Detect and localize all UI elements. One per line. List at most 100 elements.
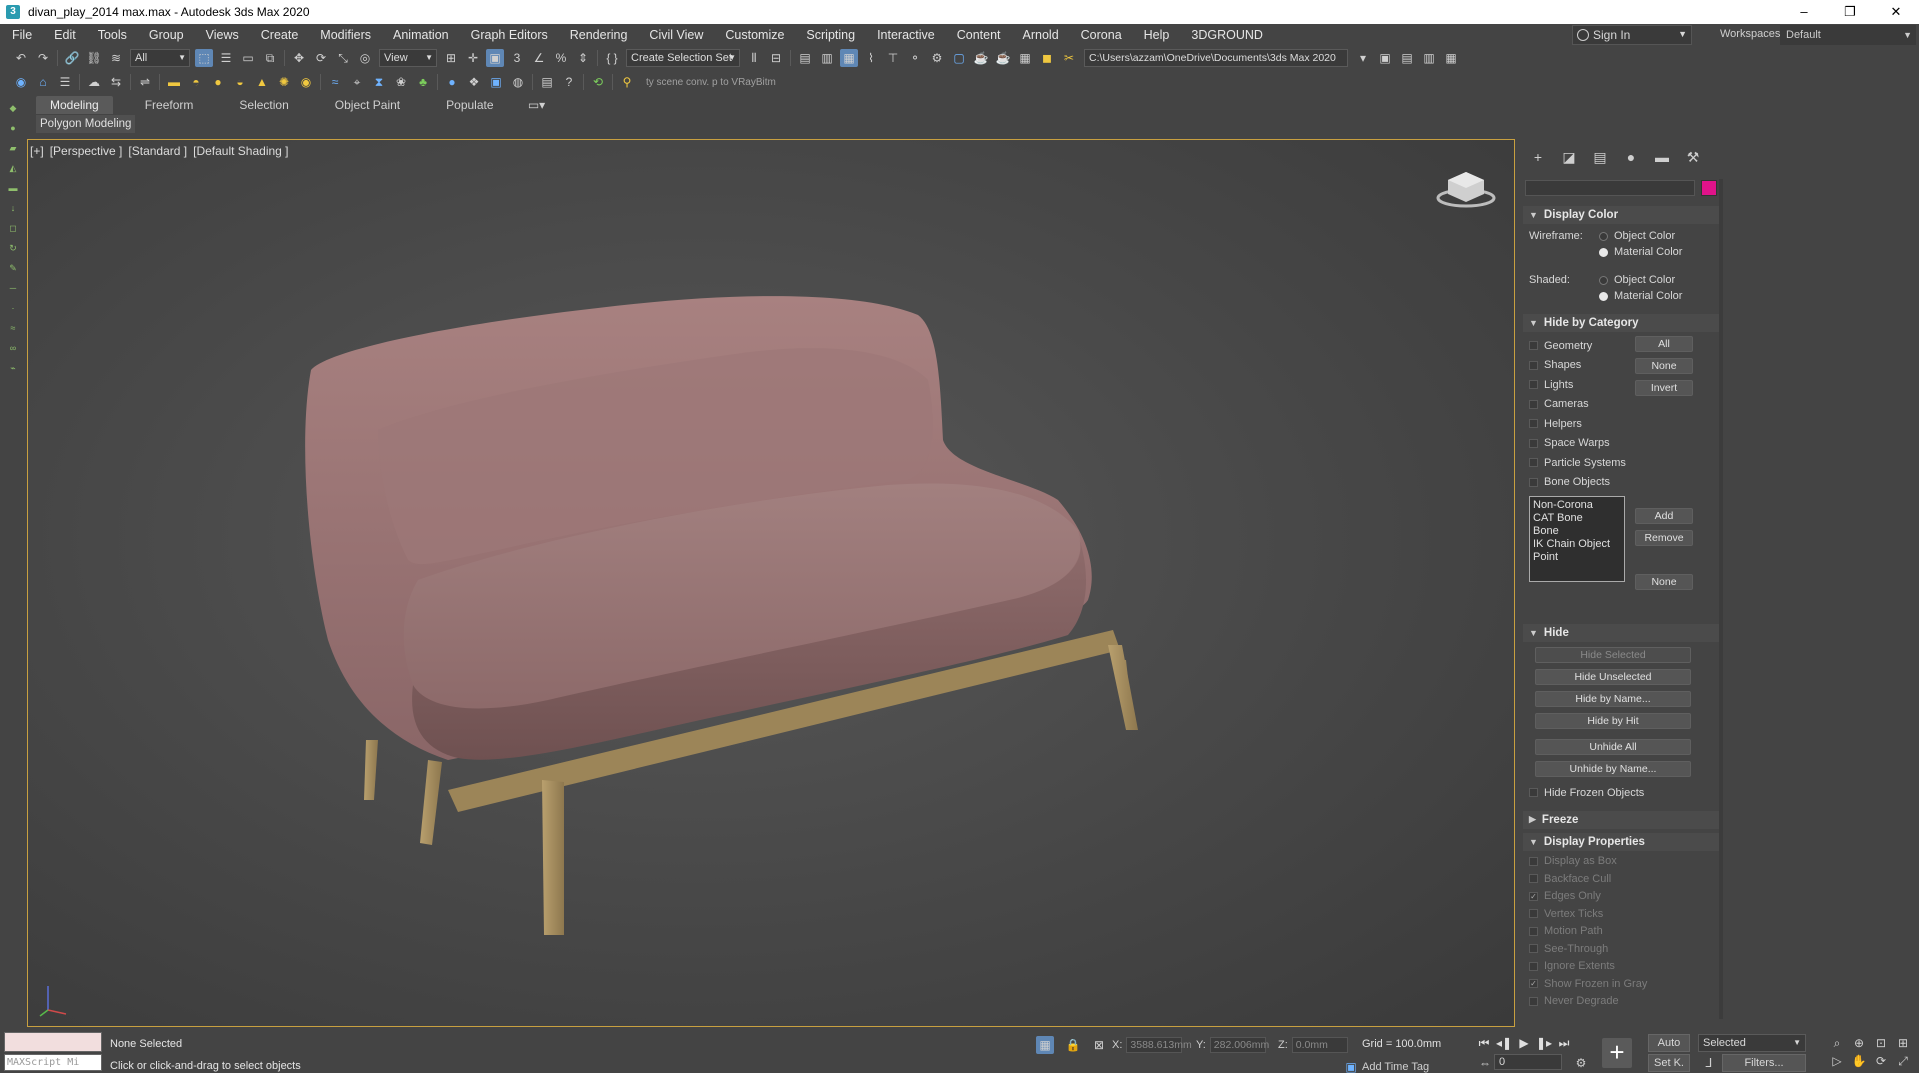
utilities-tab-icon[interactable]: ⚒ [1682,147,1704,167]
toggle-ribbon-icon[interactable]: ▦ [840,49,858,67]
current-frame-field[interactable]: 0 [1494,1054,1562,1070]
list-item[interactable]: Non-Corona [1533,499,1621,512]
help-icon[interactable]: ? [560,73,578,91]
proxy-icon[interactable]: ⧗ [370,73,388,91]
toggle-layer-explorer-icon[interactable]: ▥ [818,49,836,67]
hide-category-all-button[interactable]: All [1635,336,1693,352]
corona-render-icon[interactable]: ◼ [1038,49,1056,67]
select-by-name-icon[interactable]: ☰ [217,49,235,67]
shaded-object-color-radio[interactable] [1599,275,1608,285]
select-manipulate-icon[interactable]: ✛ [464,49,482,67]
checkbox[interactable] [1529,341,1538,351]
hierarchy-tab-icon[interactable]: ▤ [1589,147,1611,167]
hide-unselected-button[interactable]: Hide Unselected [1535,669,1691,685]
workspace-select[interactable]: Default ▼ [1780,25,1916,45]
rotate-tab-icon[interactable]: ↻ [6,241,20,255]
remove-category-button[interactable]: Remove [1635,530,1693,546]
move-icon[interactable]: ✥ [290,49,308,67]
render-activeshade-icon[interactable]: ▦ [1016,49,1034,67]
backface-cull-row[interactable]: Backface Cull [1529,870,1719,888]
undo-icon[interactable]: ↶ [12,49,30,67]
previous-frame-icon[interactable]: ◂❚ [1494,1034,1514,1052]
tab-populate[interactable]: Populate [432,96,507,114]
render-setup-icon[interactable]: ⚙ [928,49,946,67]
zoom-extents-all-icon[interactable]: ⊞ [1892,1034,1914,1052]
sphere-light-icon[interactable]: ● [209,73,227,91]
menu-graph-editors[interactable]: Graph Editors [459,28,558,42]
wave-tab-icon[interactable]: ≈ [6,321,20,335]
list-item[interactable]: IK Chain Object [1533,538,1621,551]
project-folder-icon[interactable]: ▣ [1376,49,1394,67]
maxscript-mini-listener[interactable]: MAXScript Mi [4,1054,102,1071]
pen-tab-icon[interactable]: ✎ [6,261,20,275]
ribbon-options-icon[interactable]: ▭▾ [528,96,546,114]
checkbox-checked[interactable]: ✓ [1529,979,1538,989]
mesh-light-icon[interactable]: ◒ [231,73,249,91]
key-tab-icon[interactable]: ⌁ [6,361,20,375]
perspective-viewport[interactable]: [+] [Perspective ] [Standard ] [Default Sha… [27,139,1515,1027]
motion-tab-icon[interactable]: ● [1620,147,1642,167]
play-icon[interactable]: ▶ [1514,1034,1534,1052]
zoom-all-icon[interactable]: ⊕ [1848,1034,1870,1052]
hide-by-name-button[interactable]: Hide by Name... [1535,691,1691,707]
color-picker-icon[interactable]: ❖ [465,73,483,91]
viewport-layout-icon[interactable]: ▰ [6,141,20,155]
checkbox[interactable] [1529,477,1538,487]
menu-tools[interactable]: Tools [86,28,137,42]
checkbox[interactable] [1529,961,1538,971]
go-to-end-icon[interactable]: ⏭ [1554,1034,1574,1052]
menu-views[interactable]: Views [194,28,249,42]
see-through-row[interactable]: See-Through [1529,940,1719,958]
ies-light-icon[interactable]: ◉ [297,73,315,91]
menu-edit[interactable]: Edit [42,28,86,42]
modify-tab-icon[interactable]: ◪ [1558,147,1580,167]
dot-tab-icon[interactable]: · [6,301,20,315]
sun-icon[interactable]: ✺ [275,73,293,91]
place-icon[interactable]: ◎ [356,49,374,67]
redo-icon[interactable]: ↷ [34,49,52,67]
pan-icon[interactable]: ✋ [1848,1052,1870,1070]
auto-key-button[interactable]: Auto [1648,1034,1690,1052]
next-frame-icon[interactable]: ❚▸ [1534,1034,1554,1052]
select-object-icon[interactable]: ⬚ [195,49,213,67]
checkbox[interactable] [1529,419,1538,429]
viewcube-icon[interactable] [1436,164,1496,210]
hide-frozen-objects-row[interactable]: Hide Frozen Objects [1529,783,1719,803]
display-tab-icon[interactable]: ▬ [6,181,20,195]
command-panel-scrollbar[interactable] [1719,179,1723,1019]
key-filters-button[interactable]: Filters... [1722,1054,1806,1072]
checkbox[interactable] [1529,944,1538,954]
layer-tab-icon[interactable]: ◆ [6,101,20,115]
unlink-icon[interactable]: ⛓ [85,49,103,67]
field-of-view-icon[interactable]: ▷ [1826,1052,1848,1070]
arrow-tab-icon[interactable]: ↓ [6,201,20,215]
spot-light-icon[interactable]: ▲ [253,73,271,91]
eye-icon[interactable]: ◉ [12,73,30,91]
selection-lock-icon[interactable]: 🔒 [1064,1036,1082,1054]
set-key-button[interactable]: Set K. [1648,1054,1690,1072]
isolate-selection-icon[interactable]: ▦ [1036,1036,1054,1054]
hide-category-invert-button[interactable]: Invert [1635,380,1693,396]
menu-animation[interactable]: Animation [381,28,459,42]
pivot-center-icon[interactable]: ⊞ [442,49,460,67]
pin-icon[interactable]: ⚲ [618,73,636,91]
dome-light-icon[interactable]: ◓ [187,73,205,91]
checkbox-checked[interactable]: ✓ [1529,891,1538,901]
hide-selected-button[interactable]: Hide Selected [1535,647,1691,663]
key-filter-select[interactable]: Selected ▼ [1698,1034,1806,1052]
chevron-down-icon[interactable]: ▾ [1354,49,1372,67]
schematic-view-icon[interactable]: ⊤ [884,49,902,67]
list-item[interactable]: CAT Bone [1533,512,1621,525]
menu-help[interactable]: Help [1132,28,1180,42]
hide-category-none-button[interactable]: None [1635,358,1693,374]
absolute-mode-icon[interactable]: ⊠ [1090,1036,1108,1054]
material-editor-icon[interactable]: ⚬ [906,49,924,67]
sofa-model[interactable] [28,140,1515,1027]
show-frozen-in-gray-row[interactable]: ✓ Show Frozen in Gray [1529,975,1719,993]
restore-button[interactable]: ❐ [1827,0,1873,24]
render-iterative-icon[interactable]: ☕ [994,49,1012,67]
checkbox[interactable] [1529,926,1538,936]
maxscript-listener[interactable] [4,1032,102,1052]
scale-icon[interactable]: ⤡ [334,49,352,67]
snaps-toggle-icon[interactable]: 3 [508,49,526,67]
